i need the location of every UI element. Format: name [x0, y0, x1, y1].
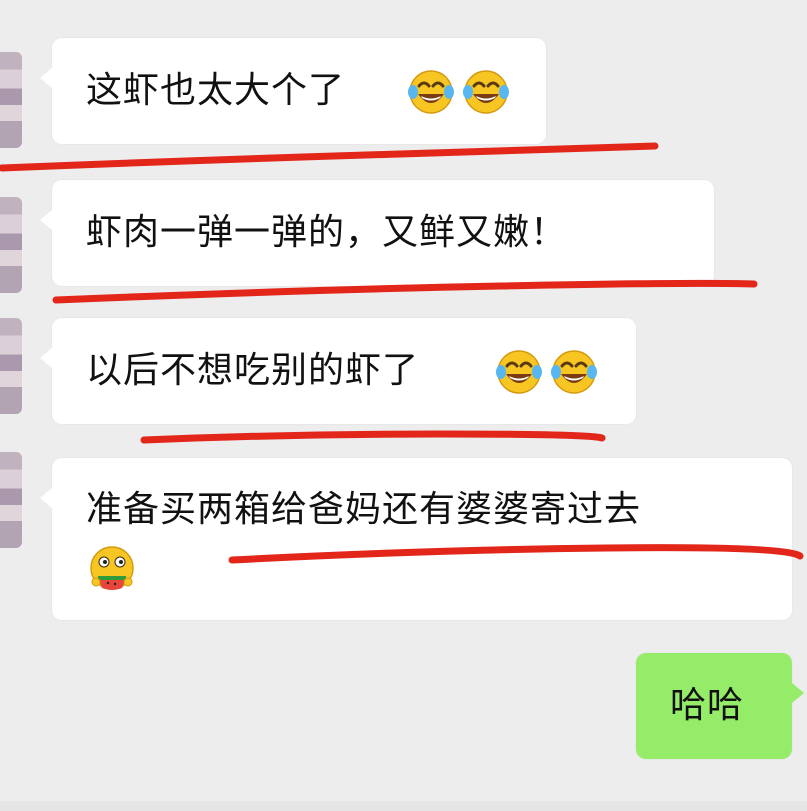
tears-of-joy-emoji-icon — [408, 70, 454, 114]
message-bubble[interactable]: 这虾也太大个了 — [40, 38, 546, 144]
tears-of-joy-emoji-icon — [551, 350, 597, 394]
message-bubble[interactable]: 准备买两箱给爸妈还有婆婆寄过去 — [40, 458, 792, 620]
tears-of-joy-emoji-icon — [463, 70, 509, 114]
sent-message-bubble[interactable]: 哈哈 — [636, 653, 804, 759]
message-text: 这虾也太大个了 — [86, 70, 346, 111]
eating-watermelon-emoji-icon — [90, 546, 134, 590]
message-text: 哈哈 — [670, 685, 745, 726]
red-underline-annotation — [140, 430, 606, 444]
message-text: 虾肉一弹一弹的，又鲜又嫩！ — [86, 212, 568, 253]
message-bubble[interactable]: 以后不想吃别的虾了 — [40, 318, 636, 424]
sender-avatar[interactable] — [0, 318, 22, 414]
tears-of-joy-emoji-icon — [496, 350, 542, 394]
sender-avatar[interactable] — [0, 52, 22, 148]
message-bubble[interactable]: 虾肉一弹一弹的，又鲜又嫩！ — [40, 180, 714, 286]
sender-avatar[interactable] — [0, 197, 22, 293]
message-text: 准备买两箱给爸妈还有婆婆寄过去 — [86, 489, 642, 530]
sender-avatar[interactable] — [0, 452, 22, 548]
bottom-divider — [0, 801, 807, 811]
red-underline-annotation — [0, 142, 659, 172]
